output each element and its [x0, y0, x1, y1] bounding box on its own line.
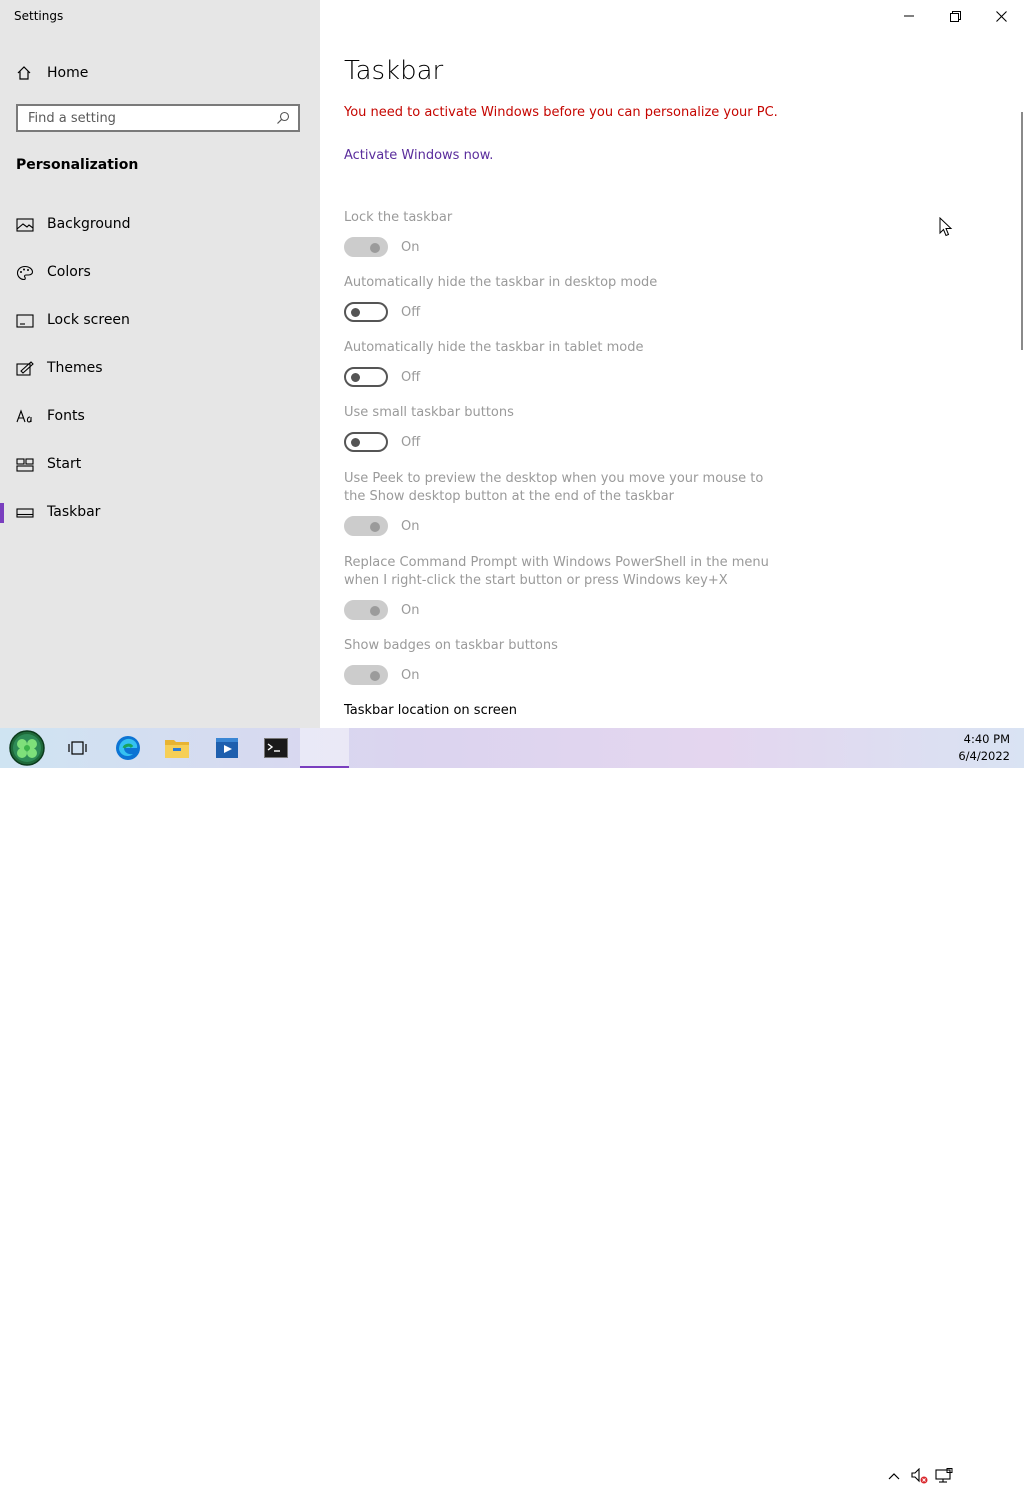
nav-item-label: Background	[47, 216, 131, 232]
page-title: Taskbar	[344, 56, 444, 86]
toggle-row-badges: On	[344, 664, 419, 686]
nav-item-label: Lock screen	[47, 312, 130, 328]
edge-button[interactable]	[106, 728, 150, 768]
nav-item-label: Taskbar	[47, 504, 101, 520]
close-icon	[995, 10, 1007, 22]
file-explorer-icon	[165, 740, 189, 758]
toggle-row-lock-taskbar: On	[344, 236, 419, 258]
app-title: Settings	[14, 9, 64, 23]
toggle-peek[interactable]	[344, 516, 388, 536]
picture-icon	[16, 218, 34, 232]
toggle-state: Off	[401, 434, 421, 450]
clock-time: 4:40 PM	[963, 732, 1010, 746]
sidebar: Settings Home Personalization Background	[0, 0, 320, 728]
home-label: Home	[47, 65, 89, 81]
toggle-autohide-tablet[interactable]	[344, 367, 388, 387]
task-view-button[interactable]	[56, 728, 100, 768]
start-orb-icon	[9, 730, 45, 766]
fonts-icon	[16, 409, 32, 423]
nav-item-lock-screen[interactable]: Lock screen	[0, 301, 320, 341]
media-player-button[interactable]	[205, 728, 249, 768]
setting-label-autohide-desktop: Automatically hide the taskbar in deskto…	[344, 275, 658, 290]
clock-date: 6/4/2022	[958, 749, 1010, 763]
toggle-state: On	[401, 602, 420, 618]
setting-label-badges: Show badges on taskbar buttons	[344, 638, 558, 653]
themes-icon	[16, 361, 34, 376]
palette-icon	[16, 265, 34, 281]
nav-item-start[interactable]: Start	[0, 445, 320, 485]
minimize-icon	[904, 15, 914, 17]
toggle-state: On	[401, 239, 420, 255]
nav-item-fonts[interactable]: Fonts	[0, 397, 320, 437]
toggle-lock-taskbar[interactable]	[344, 237, 388, 257]
taskbar-icon	[16, 508, 34, 518]
toggle-small-buttons[interactable]	[344, 432, 388, 452]
media-player-icon	[216, 738, 238, 758]
home-nav-item[interactable]: Home	[16, 62, 88, 84]
home-icon	[17, 66, 31, 80]
scrollbar[interactable]	[1021, 112, 1023, 350]
nav-item-label: Fonts	[47, 408, 85, 424]
setting-label-peek: Use Peek to preview the desktop when you…	[344, 471, 764, 504]
taskbar-location-heading: Taskbar location on screen	[344, 703, 518, 718]
file-explorer-button[interactable]	[155, 728, 199, 768]
nav-item-colors[interactable]: Colors	[0, 253, 320, 293]
terminal-button[interactable]	[254, 728, 298, 768]
taskbar	[0, 728, 1024, 1484]
restore-button[interactable]	[932, 0, 978, 32]
nav-item-themes[interactable]: Themes	[0, 349, 320, 389]
nav-item-label: Colors	[47, 264, 91, 280]
close-button[interactable]	[978, 0, 1024, 32]
toggle-powershell[interactable]	[344, 600, 388, 620]
start-icon	[16, 458, 34, 472]
task-view-icon	[68, 741, 87, 755]
setting-label-autohide-tablet: Automatically hide the taskbar in tablet…	[344, 340, 644, 355]
toggle-state: Off	[401, 369, 421, 385]
taskbar-clock[interactable]: 4:40 PM 6/4/2022	[958, 731, 1010, 765]
toggle-state: On	[401, 518, 420, 534]
network-button[interactable]	[932, 1468, 956, 1484]
chevron-up-icon	[888, 1473, 900, 1480]
minimize-button[interactable]	[886, 0, 932, 32]
network-icon	[935, 1468, 953, 1483]
toggle-badges[interactable]	[344, 665, 388, 685]
nav-item-background[interactable]: Background	[0, 205, 320, 245]
window-controls	[886, 0, 1024, 32]
search-input[interactable]	[28, 110, 258, 126]
system-tray	[880, 1456, 956, 1496]
volume-button[interactable]	[908, 1468, 932, 1484]
edge-icon	[116, 736, 140, 760]
setting-label-powershell: Replace Command Prompt with Windows Powe…	[344, 555, 769, 588]
settings-app-button[interactable]	[300, 728, 349, 768]
setting-label-small-buttons: Use small taskbar buttons	[344, 405, 514, 420]
volume-muted-icon	[911, 1468, 928, 1484]
nav-item-label: Themes	[47, 360, 103, 376]
start-button[interactable]	[6, 728, 48, 768]
nav-item-taskbar[interactable]: Taskbar	[0, 493, 320, 533]
toggle-row-small-buttons: Off	[344, 431, 420, 453]
activate-windows-link[interactable]: Activate Windows now.	[344, 148, 493, 163]
terminal-icon	[264, 738, 288, 758]
lock-screen-icon	[16, 314, 34, 328]
search-icon[interactable]	[276, 111, 290, 125]
mouse-cursor-icon	[939, 217, 953, 237]
setting-label-lock-taskbar: Lock the taskbar	[344, 210, 453, 225]
section-title: Personalization	[16, 157, 139, 173]
toggle-state: Off	[401, 304, 421, 320]
toggle-state: On	[401, 667, 420, 683]
toggle-autohide-desktop[interactable]	[344, 302, 388, 322]
nav-item-label: Start	[47, 456, 82, 472]
restore-icon	[949, 10, 961, 22]
toggle-row-peek: On	[344, 515, 419, 537]
toggle-row-autohide-desktop: Off	[344, 301, 420, 323]
search-box[interactable]	[16, 104, 300, 132]
toggle-row-powershell: On	[344, 599, 419, 621]
toggle-row-autohide-tablet: Off	[344, 366, 420, 388]
show-hidden-icons-button[interactable]	[880, 1472, 908, 1480]
activation-warning: You need to activate Windows before you …	[344, 105, 778, 120]
